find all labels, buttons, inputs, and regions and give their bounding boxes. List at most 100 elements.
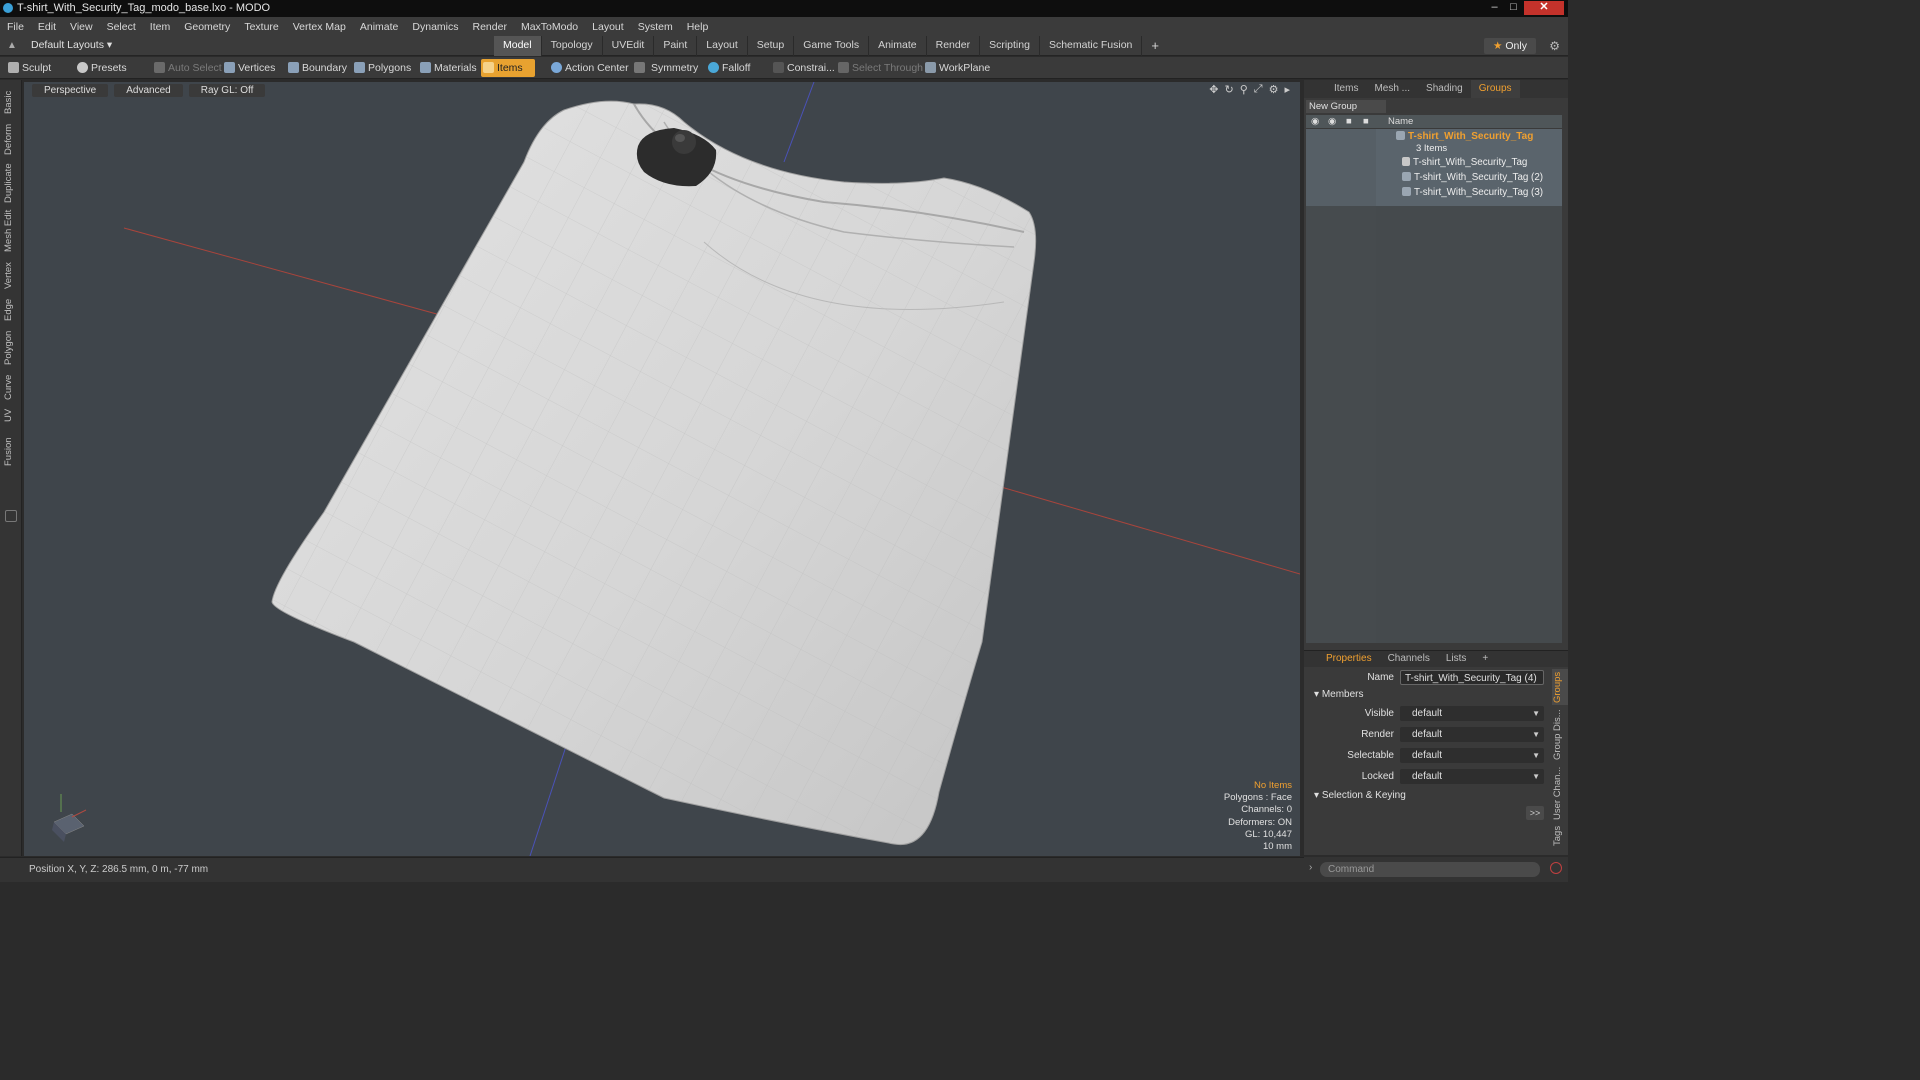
tab-topology[interactable]: Topology	[542, 36, 603, 56]
members-section[interactable]: ▾ Members	[1314, 689, 1364, 700]
select-through-button[interactable]: Select Through	[836, 59, 923, 77]
shading-mode-button[interactable]: Advanced	[114, 83, 183, 97]
tab-schematic-fusion[interactable]: Schematic Fusion	[1040, 36, 1143, 56]
maximize-icon[interactable]: □	[1505, 1, 1522, 15]
render-dropdown[interactable]: default ▼	[1400, 727, 1544, 742]
render-column-icon[interactable]: ◉	[1328, 115, 1336, 128]
name-column-header[interactable]: Name	[1388, 115, 1413, 128]
menu-help[interactable]: Help	[680, 21, 716, 33]
pan-icon[interactable]: ✥	[1209, 83, 1218, 96]
menu-layout[interactable]: Layout	[585, 21, 631, 33]
menu-animate[interactable]: Animate	[353, 21, 406, 33]
tab-items[interactable]: Items	[1326, 80, 1366, 98]
tab-channels[interactable]: Channels	[1380, 651, 1438, 667]
symmetry-button[interactable]: Symmetry	[632, 59, 698, 77]
menu-edit[interactable]: Edit	[31, 21, 63, 33]
menu-file[interactable]: File	[0, 21, 31, 33]
menu-vertex-map[interactable]: Vertex Map	[286, 21, 353, 33]
tab-shading[interactable]: Shading	[1418, 80, 1471, 98]
left-tab-fusion[interactable]: Fusion	[3, 436, 19, 468]
gear-icon[interactable]: ⚙	[1549, 39, 1560, 53]
tab-mesh[interactable]: Mesh ...	[1366, 80, 1418, 98]
tab-setup[interactable]: Setup	[748, 36, 795, 56]
sculpt-button[interactable]: Sculpt	[6, 59, 51, 77]
tab-animate[interactable]: Animate	[869, 36, 927, 56]
materials-button[interactable]: Materials	[418, 59, 477, 77]
side-tab-tags[interactable]: Tags	[1552, 825, 1568, 847]
tab-groups[interactable]: Groups	[1470, 80, 1520, 98]
action-center-button[interactable]: Action Center	[549, 59, 629, 77]
boundary-button[interactable]: Boundary	[286, 59, 347, 77]
viewport-settings-icon[interactable]: ⚙	[1269, 83, 1279, 96]
menu-geometry[interactable]: Geometry	[177, 21, 237, 33]
close-icon[interactable]: ✕	[1524, 1, 1564, 15]
lock-column-icon[interactable]: ■	[1346, 115, 1352, 128]
zoom-icon[interactable]: ⚲	[1240, 83, 1248, 96]
left-tab-basic[interactable]: Basic	[3, 86, 19, 118]
side-tab-groups[interactable]: Groups	[1552, 669, 1568, 705]
tab-uvedit[interactable]: UVEdit	[603, 36, 655, 56]
3d-viewport[interactable]: Perspective Advanced Ray GL: Off ✥ ↻ ⚲ ⤢…	[24, 82, 1300, 856]
tab-paint[interactable]: Paint	[654, 36, 698, 56]
minimize-icon[interactable]: –	[1486, 1, 1503, 15]
locked-dropdown[interactable]: default ▼	[1400, 769, 1544, 784]
group-child-row[interactable]: T-shirt_With_Security_Tag (3)	[1402, 187, 1543, 198]
viewport-menu-icon[interactable]: ▸	[1284, 83, 1290, 96]
left-tab-vertex[interactable]: Vertex	[3, 258, 19, 294]
left-tab-polygon[interactable]: Polygon	[3, 328, 19, 368]
visible-dropdown[interactable]: default ▼	[1400, 706, 1544, 721]
new-group-button[interactable]: New Group	[1306, 100, 1386, 113]
left-tab-mesh-edit[interactable]: Mesh Edit	[3, 208, 19, 254]
group-child-row[interactable]: T-shirt_With_Security_Tag	[1402, 157, 1527, 168]
constraints-button[interactable]: Constrai...	[771, 59, 835, 77]
left-tab-edge[interactable]: Edge	[3, 296, 19, 324]
menu-dynamics[interactable]: Dynamics	[405, 21, 465, 33]
select-column-icon[interactable]: ■	[1363, 115, 1369, 128]
menu-render[interactable]: Render	[466, 21, 514, 33]
layout-home-icon[interactable]: ▲	[7, 40, 17, 51]
tab-properties[interactable]: Properties	[1318, 651, 1380, 667]
polygons-button[interactable]: Polygons	[352, 59, 411, 77]
perspective-view-button[interactable]: Perspective	[32, 83, 109, 97]
selectable-dropdown[interactable]: default ▼	[1400, 748, 1544, 763]
items-button[interactable]: Items	[481, 59, 535, 77]
menu-item[interactable]: Item	[143, 21, 177, 33]
tab-game-tools[interactable]: Game Tools	[794, 36, 870, 56]
tab-render[interactable]: Render	[927, 36, 981, 56]
vertices-button[interactable]: Vertices	[222, 59, 275, 77]
menu-view[interactable]: View	[63, 21, 100, 33]
default-layouts-dropdown[interactable]: Default Layouts ▾	[31, 39, 112, 51]
side-tab-group-display[interactable]: Group Dis...	[1552, 709, 1568, 761]
menu-select[interactable]: Select	[100, 21, 143, 33]
expand-toggle-icon[interactable]	[5, 510, 17, 522]
auto-select-button[interactable]: Auto Select	[152, 59, 222, 77]
selection-keying-section[interactable]: ▾ Selection & Keying	[1314, 790, 1406, 801]
maximize-viewport-icon[interactable]: ⤢	[1254, 83, 1263, 96]
left-tab-deform[interactable]: Deform	[3, 120, 19, 158]
tab-scripting[interactable]: Scripting	[980, 36, 1040, 56]
name-field[interactable]: T-shirt_With_Security_Tag (4)	[1400, 670, 1544, 685]
falloff-button[interactable]: Falloff	[706, 59, 750, 77]
group-row[interactable]: T-shirt_With_Security_Tag	[1396, 131, 1533, 142]
presets-button[interactable]: Presets	[75, 59, 127, 77]
left-tab-duplicate[interactable]: Duplicate	[3, 160, 19, 206]
visibility-column-icon[interactable]: ◉	[1311, 115, 1319, 128]
command-input[interactable]: Command	[1320, 862, 1540, 877]
tab-lists[interactable]: Lists	[1438, 651, 1475, 667]
menu-texture[interactable]: Texture	[237, 21, 285, 33]
menu-maxtomodo[interactable]: MaxToModo	[514, 21, 585, 33]
left-tab-curve[interactable]: Curve	[3, 372, 19, 402]
add-properties-tab[interactable]: +	[1474, 651, 1496, 667]
record-icon[interactable]	[1550, 862, 1562, 874]
tab-layout[interactable]: Layout	[697, 36, 748, 56]
side-tab-user-channels[interactable]: User Chan...	[1552, 765, 1568, 821]
left-tab-uv[interactable]: UV	[3, 406, 19, 424]
raygl-toggle[interactable]: Ray GL: Off	[188, 83, 266, 97]
only-toggle[interactable]: ★ Only	[1484, 38, 1536, 54]
menu-system[interactable]: System	[631, 21, 680, 33]
add-tab-button[interactable]: +	[1142, 36, 1168, 56]
workplane-button[interactable]: WorkPlane	[923, 59, 990, 77]
rotate-icon[interactable]: ↻	[1225, 83, 1234, 96]
tab-model[interactable]: Model	[494, 36, 542, 56]
group-child-row[interactable]: T-shirt_With_Security_Tag (2)	[1402, 172, 1543, 183]
